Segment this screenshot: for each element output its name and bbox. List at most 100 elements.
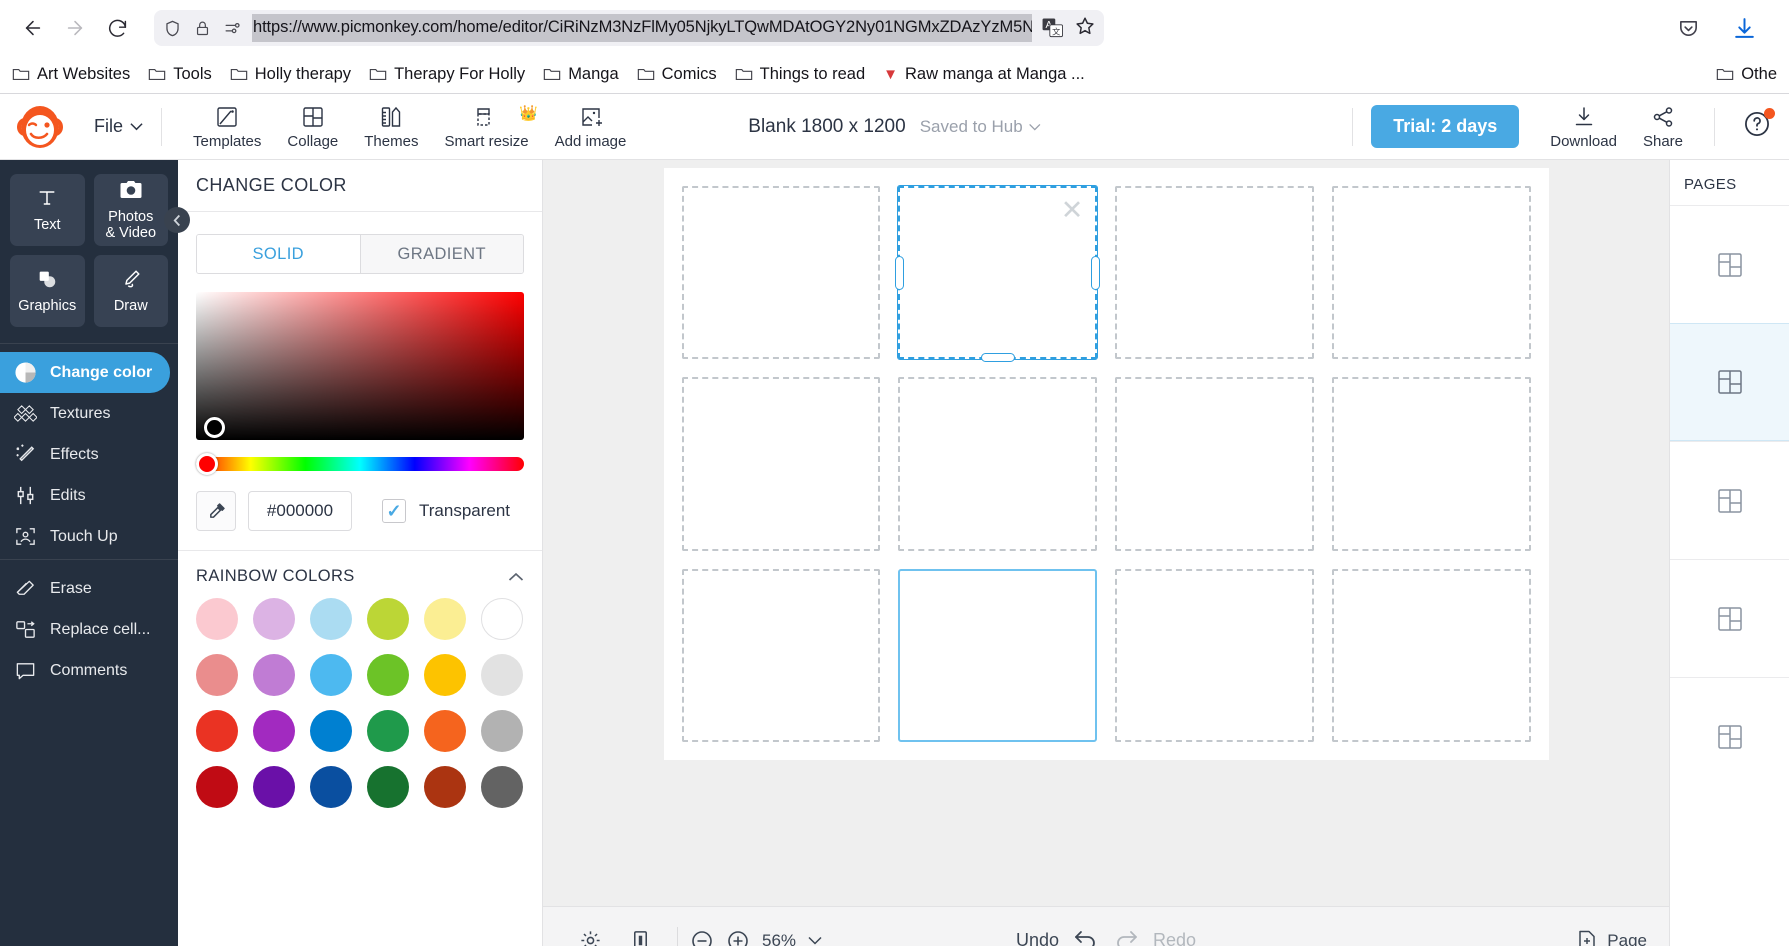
color-swatch[interactable] xyxy=(253,710,295,752)
gear-icon[interactable] xyxy=(565,929,616,946)
tool-graphics[interactable]: Graphics xyxy=(10,255,85,327)
canvas-stage[interactable]: ✕ xyxy=(543,160,1669,906)
undo-label[interactable]: Undo xyxy=(1016,930,1059,946)
share-button[interactable]: Share xyxy=(1630,102,1696,152)
back-button[interactable] xyxy=(14,9,52,47)
bookmark-art-websites[interactable]: Art Websites xyxy=(12,65,130,84)
transparent-checkbox[interactable]: ✓ xyxy=(382,499,406,523)
resize-handle-bottom[interactable] xyxy=(980,353,1015,363)
add-page-button[interactable]: Page xyxy=(1576,929,1647,946)
lock-icon[interactable] xyxy=(192,18,212,38)
color-swatch[interactable] xyxy=(424,598,466,640)
color-swatch[interactable] xyxy=(310,710,352,752)
color-swatch[interactable] xyxy=(310,598,352,640)
sidebar-item-effects[interactable]: Effects xyxy=(0,434,178,475)
chevron-down-icon[interactable] xyxy=(808,936,822,945)
zoom-out-icon[interactable] xyxy=(690,929,714,946)
transparent-toggle[interactable]: ✓ Transparent xyxy=(382,499,510,523)
sv-picker-handle[interactable] xyxy=(204,417,225,438)
undo-arrow-icon[interactable] xyxy=(1073,927,1099,946)
hue-slider[interactable] xyxy=(196,453,524,475)
star-icon[interactable] xyxy=(1074,15,1096,42)
color-swatch[interactable] xyxy=(424,654,466,696)
sidebar-item-textures[interactable]: Textures xyxy=(0,393,178,434)
saturation-value-picker[interactable] xyxy=(196,292,524,440)
redo-label[interactable]: Redo xyxy=(1153,930,1196,946)
redo-arrow-icon[interactable] xyxy=(1113,927,1139,946)
bookmark-therapy-for-holly[interactable]: Therapy For Holly xyxy=(369,65,525,84)
download-button[interactable]: Download xyxy=(1537,102,1630,152)
bookmark-holly-therapy[interactable]: Holly therapy xyxy=(230,65,351,84)
eyedropper-button[interactable] xyxy=(196,491,236,531)
add-image-button[interactable]: Add image xyxy=(542,102,640,152)
color-swatch[interactable] xyxy=(253,598,295,640)
color-swatch[interactable] xyxy=(310,654,352,696)
sidebar-item-edits[interactable]: Edits xyxy=(0,475,178,516)
zoom-in-icon[interactable] xyxy=(726,929,750,946)
color-swatch[interactable] xyxy=(367,710,409,752)
collage-cell-5[interactable] xyxy=(681,377,881,551)
page-thumbnail-4[interactable] xyxy=(1670,559,1789,677)
tab-gradient[interactable]: GRADIENT xyxy=(359,235,523,273)
pocket-icon[interactable] xyxy=(1669,9,1707,47)
bookmark-raw-manga[interactable]: ▼ Raw manga at Manga ... xyxy=(883,65,1085,84)
page-thumbnail-5[interactable] xyxy=(1670,677,1789,795)
url-text[interactable]: https://www.picmonkey.com/home/editor/Ci… xyxy=(252,14,1032,42)
file-menu[interactable]: File xyxy=(94,116,143,137)
panel-icon[interactable] xyxy=(616,929,665,946)
other-bookmarks[interactable]: Othe xyxy=(1716,65,1777,84)
save-status[interactable]: Saved to Hub xyxy=(920,117,1041,137)
picmonkey-monkey-logo[interactable] xyxy=(14,104,74,150)
tab-solid[interactable]: SOLID xyxy=(197,235,360,273)
color-swatch[interactable] xyxy=(481,766,523,808)
collage-cell-7[interactable] xyxy=(1115,377,1314,551)
color-swatch[interactable] xyxy=(367,598,409,640)
reload-button[interactable] xyxy=(98,9,136,47)
color-swatch[interactable] xyxy=(253,766,295,808)
url-bar[interactable]: https://www.picmonkey.com/home/editor/Ci… xyxy=(154,10,1104,46)
bookmark-tools[interactable]: Tools xyxy=(148,65,212,84)
page-thumbnail-1[interactable] xyxy=(1670,205,1789,323)
templates-button[interactable]: Templates xyxy=(180,102,274,152)
color-swatch[interactable] xyxy=(196,710,238,752)
sidebar-item-erase[interactable]: Erase xyxy=(0,568,178,609)
page-thumbnail-3[interactable] xyxy=(1670,441,1789,559)
shield-icon[interactable] xyxy=(162,18,182,38)
bookmark-comics[interactable]: Comics xyxy=(637,65,717,84)
bookmark-things-to-read[interactable]: Things to read xyxy=(735,65,865,84)
color-swatch[interactable] xyxy=(310,766,352,808)
resize-handle-left[interactable] xyxy=(895,255,905,290)
collage-cell-1[interactable] xyxy=(681,186,881,360)
page-thumbnail-2[interactable] xyxy=(1670,323,1789,441)
collage-cell-6[interactable] xyxy=(898,377,1097,551)
tool-photos-video[interactable]: Photos & Video xyxy=(93,174,168,246)
collage-cell-11[interactable] xyxy=(1115,568,1314,742)
bookmark-manga[interactable]: Manga xyxy=(543,65,619,84)
color-swatch[interactable] xyxy=(481,710,523,752)
chevron-up-icon[interactable] xyxy=(508,572,524,582)
color-swatch[interactable] xyxy=(481,654,523,696)
sidebar-item-change-color[interactable]: Change color xyxy=(0,352,170,393)
artboard[interactable]: ✕ xyxy=(663,168,1549,760)
trial-button[interactable]: Trial: 2 days xyxy=(1371,105,1520,148)
color-swatch[interactable] xyxy=(196,654,238,696)
color-swatch[interactable] xyxy=(481,598,523,640)
collage-cell-2-selected[interactable]: ✕ xyxy=(895,184,1100,363)
translate-icon[interactable]: A 文 xyxy=(1042,18,1064,38)
hex-input[interactable]: #000000 xyxy=(248,491,352,531)
close-x-icon[interactable]: ✕ xyxy=(1059,197,1085,224)
smart-resize-button[interactable]: 👑 Smart resize xyxy=(431,102,541,152)
sidebar-item-replace-cell[interactable]: Replace cell... xyxy=(0,609,178,650)
themes-button[interactable]: Themes xyxy=(351,102,431,152)
collage-cell-12[interactable] xyxy=(1331,568,1531,742)
collage-button[interactable]: Collage xyxy=(274,102,351,152)
color-swatch[interactable] xyxy=(367,766,409,808)
tool-draw[interactable]: Draw xyxy=(93,255,168,327)
collage-cell-3[interactable] xyxy=(1115,186,1314,360)
color-swatch[interactable] xyxy=(196,766,238,808)
color-swatch[interactable] xyxy=(424,766,466,808)
forward-button[interactable] xyxy=(56,9,94,47)
hue-slider-handle[interactable] xyxy=(196,453,218,475)
color-swatch[interactable] xyxy=(367,654,409,696)
collapse-panel-button[interactable] xyxy=(164,207,190,233)
